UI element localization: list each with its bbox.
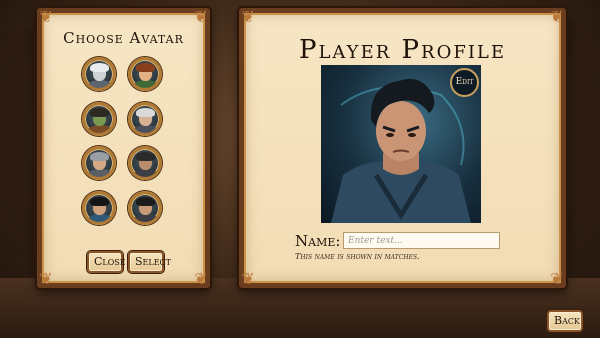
avatar-option-pale-knight[interactable] [82, 57, 116, 91]
name-input[interactable] [343, 232, 500, 249]
avatar-hair [90, 152, 109, 161]
avatar-hair [136, 197, 155, 206]
name-hint: This name is shown in matches. [295, 252, 420, 261]
select-button[interactable]: Select [128, 251, 171, 273]
player-profile-title: Player Profile [298, 35, 507, 65]
avatar-option-stern-captain[interactable] [128, 191, 162, 225]
avatar-hair [90, 197, 109, 206]
ornament-icon: ❦ [194, 7, 208, 26]
ornament-icon: ❦ [550, 7, 564, 26]
background-shelf-right [568, 20, 600, 270]
background-shelf-left [0, 30, 34, 260]
avatar-option-old-mage[interactable] [128, 102, 162, 136]
ornament-icon: ❦ [39, 7, 53, 26]
avatar-option-bearded-elder[interactable] [82, 146, 116, 180]
ornament-icon: ❦ [241, 269, 255, 288]
ornament-icon: ❦ [194, 269, 208, 288]
avatar-picker-panel: ❦ ❦ ❦ ❦ Choose Avatar [37, 8, 210, 288]
name-label: Name: [295, 232, 341, 250]
avatar-option-orc-warrior[interactable] [82, 102, 116, 136]
ornament-icon: ❦ [550, 269, 564, 288]
avatar-hair [136, 108, 155, 117]
avatar-hair [90, 108, 109, 117]
ornament-icon: ❦ [241, 7, 255, 26]
avatar-option-young-rogue[interactable] [82, 191, 116, 225]
avatar-hair [90, 63, 109, 72]
avatar-option-dark-knight[interactable] [128, 146, 162, 180]
avatar-picker-title: Choose Avatar [63, 29, 184, 47]
close-button[interactable]: Close [87, 251, 126, 273]
avatar-hair [136, 63, 155, 72]
back-button[interactable]: Back [547, 310, 583, 332]
edit-portrait-button[interactable]: Edit [450, 68, 479, 97]
avatar-hair [136, 152, 155, 161]
avatar-option-elf-ranger[interactable] [128, 57, 162, 91]
ornament-icon: ❦ [39, 269, 53, 288]
